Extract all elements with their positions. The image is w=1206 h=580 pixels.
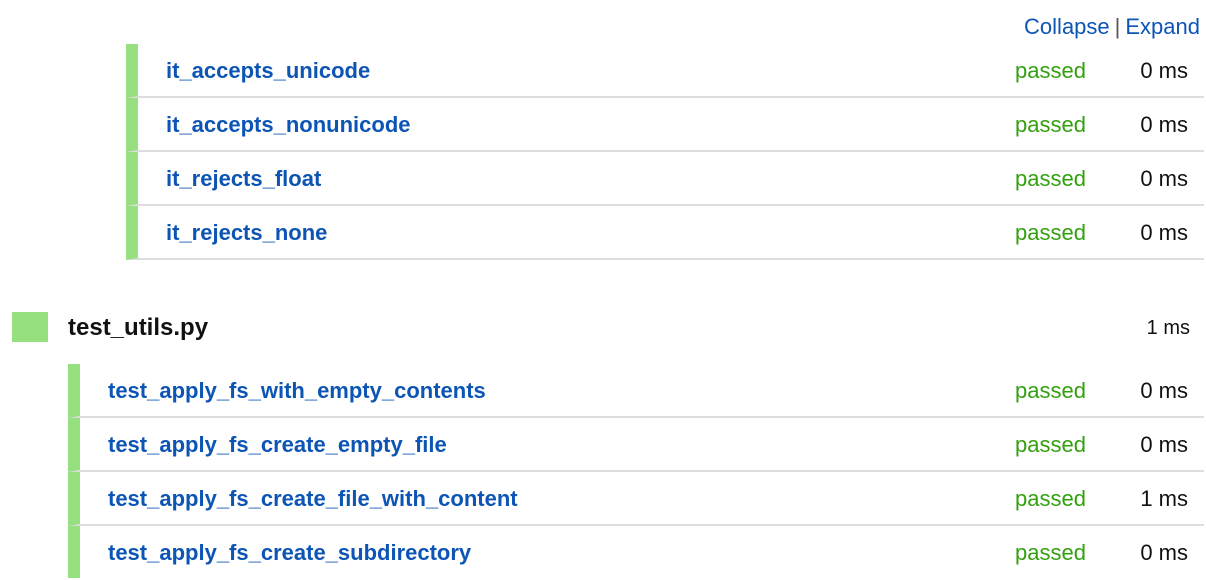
test-duration: 0 ms — [1140, 378, 1188, 403]
test-name-link[interactable]: it_accepts_unicode — [166, 44, 370, 98]
test-duration: 0 ms — [1140, 166, 1188, 191]
file-duration: 1 ms — [1146, 317, 1190, 339]
test-status: passed — [1015, 112, 1086, 137]
test-list: test_apply_fs_with_empty_contents passed… — [68, 364, 1204, 578]
test-row: test_apply_fs_create_file_with_content p… — [68, 472, 1204, 526]
expand-link[interactable]: Expand — [1125, 14, 1200, 39]
test-list: it_accepts_unicode passed 0 ms it_accept… — [126, 44, 1204, 260]
test-duration: 0 ms — [1140, 112, 1188, 137]
test-name-link[interactable]: it_accepts_nonunicode — [166, 98, 411, 152]
collapse-link[interactable]: Collapse — [1024, 14, 1110, 39]
test-status: passed — [1015, 58, 1086, 83]
test-row: it_accepts_unicode passed 0 ms — [126, 44, 1204, 98]
file-name: test_utils.py — [68, 314, 209, 341]
test-status: passed — [1015, 432, 1086, 457]
test-name-link[interactable]: test_apply_fs_create_empty_file — [108, 418, 447, 472]
test-row: test_apply_fs_create_empty_file passed 0… — [68, 418, 1204, 472]
expand-collapse-toolbar: Collapse | Expand — [1024, 14, 1200, 40]
test-duration: 0 ms — [1140, 432, 1188, 457]
test-name-link[interactable]: test_apply_fs_with_empty_contents — [108, 364, 486, 418]
test-duration: 0 ms — [1140, 58, 1188, 83]
test-status: passed — [1015, 540, 1086, 565]
test-duration: 0 ms — [1140, 220, 1188, 245]
test-duration: 0 ms — [1140, 540, 1188, 565]
test-row: it_rejects_float passed 0 ms — [126, 152, 1204, 206]
test-row: test_apply_fs_with_empty_contents passed… — [68, 364, 1204, 418]
test-status: passed — [1015, 378, 1086, 403]
test-duration: 1 ms — [1140, 486, 1188, 511]
test-row: it_accepts_nonunicode passed 0 ms — [126, 98, 1204, 152]
toolbar-separator: | — [1114, 14, 1121, 39]
test-row: test_apply_fs_create_subdirectory passed… — [68, 526, 1204, 578]
test-name-link[interactable]: test_apply_fs_create_subdirectory — [108, 526, 471, 580]
test-name-link[interactable]: test_apply_fs_create_file_with_content — [108, 472, 518, 526]
test-name-link[interactable]: it_rejects_float — [166, 152, 321, 206]
test-name-link[interactable]: it_rejects_none — [166, 206, 327, 260]
file-header[interactable]: test_utils.py 1 ms — [12, 302, 1204, 354]
file-status-marker — [12, 312, 48, 342]
test-row: it_rejects_none passed 0 ms — [126, 206, 1204, 260]
test-report-page: Collapse | Expand it_accepts_unicode passe… — [0, 0, 1206, 580]
test-status: passed — [1015, 220, 1086, 245]
test-status: passed — [1015, 486, 1086, 511]
test-status: passed — [1015, 166, 1086, 191]
